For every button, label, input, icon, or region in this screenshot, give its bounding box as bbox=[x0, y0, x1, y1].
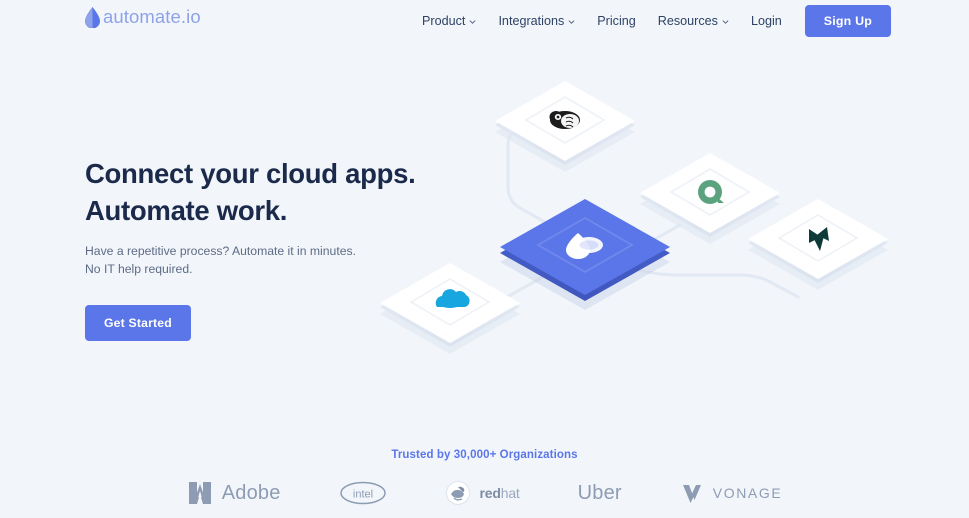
illustration-node-salesforce[interactable] bbox=[380, 263, 520, 354]
logo-vonage: VONAGE bbox=[680, 481, 783, 505]
get-started-button[interactable]: Get Started bbox=[85, 305, 191, 341]
logo-label-light: hat bbox=[500, 485, 520, 501]
landing-page: automate.io Product Integrations Pricing… bbox=[0, 0, 969, 518]
logo-redhat: redhat bbox=[445, 480, 520, 506]
illustration-node-green-app[interactable] bbox=[640, 153, 780, 244]
logo-intel: intel bbox=[339, 480, 387, 506]
adobe-a-icon bbox=[188, 482, 211, 504]
chevron-down-icon bbox=[470, 19, 476, 24]
main-nav: Product Integrations Pricing Resources L… bbox=[411, 5, 891, 37]
nav-label: Integrations bbox=[498, 14, 565, 28]
nav-label: Pricing bbox=[597, 14, 636, 28]
logo-label: Uber bbox=[577, 481, 622, 504]
site-header: automate.io Product Integrations Pricing… bbox=[0, 0, 969, 40]
redhat-shadowman-icon bbox=[445, 481, 470, 505]
brand-logo[interactable]: automate.io bbox=[84, 6, 201, 28]
nav-item-login[interactable]: Login bbox=[740, 8, 793, 34]
nav-item-resources[interactable]: Resources bbox=[647, 8, 740, 34]
nav-label: Product bbox=[422, 14, 466, 28]
brand-name: automate.io bbox=[103, 6, 201, 27]
trust-title: Trusted by 30,000+ Organizations bbox=[391, 449, 578, 461]
svg-text:intel: intel bbox=[352, 489, 372, 501]
nav-item-pricing[interactable]: Pricing bbox=[586, 8, 647, 34]
water-drop-icon bbox=[85, 7, 100, 28]
nav-item-integrations[interactable]: Integrations bbox=[487, 8, 586, 34]
chevron-down-icon bbox=[568, 19, 575, 24]
nav-label: Login bbox=[750, 14, 782, 28]
sign-up-button[interactable]: Sign Up bbox=[804, 5, 891, 37]
illustration-node-automate-active[interactable] bbox=[500, 199, 670, 310]
logo-label: Adobe bbox=[221, 481, 281, 504]
illustration-node-mailchimp[interactable] bbox=[495, 81, 635, 172]
nav-item-product[interactable]: Product bbox=[411, 8, 487, 34]
logo-label: VONAGE bbox=[712, 485, 783, 501]
intel-oval-icon: intel bbox=[339, 481, 386, 505]
logo-uber: Uber bbox=[578, 482, 622, 505]
logo-label: redhat bbox=[479, 485, 520, 501]
vonage-v-icon bbox=[682, 485, 701, 503]
nav-label: Resources bbox=[657, 14, 718, 28]
hero-illustration bbox=[380, 75, 900, 365]
logo-adobe: Adobe bbox=[187, 480, 281, 506]
chevron-down-icon bbox=[722, 19, 729, 24]
illustration-node-dark-app[interactable] bbox=[748, 199, 888, 290]
customer-logo-strip: Adobe intel redhat Uber VONAGE bbox=[0, 470, 969, 516]
